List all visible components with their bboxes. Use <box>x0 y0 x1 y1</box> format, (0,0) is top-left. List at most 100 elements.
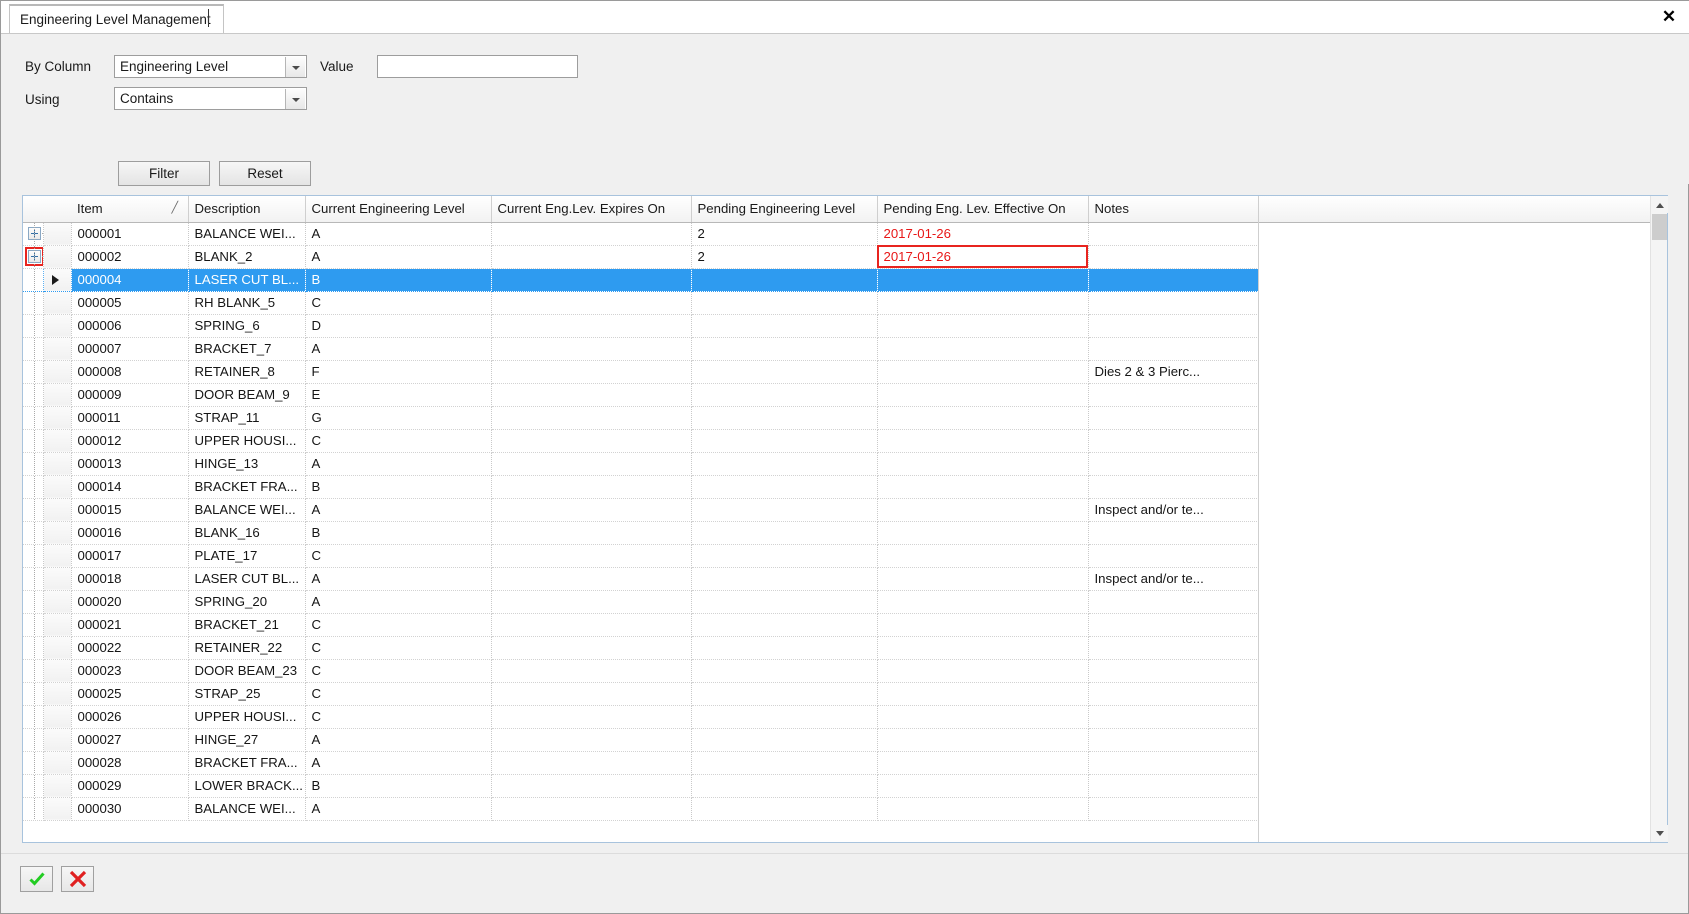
cell-description[interactable]: BRACKET FRA... <box>188 751 306 775</box>
cell-pending-engineering-level[interactable]: 2 <box>691 222 878 246</box>
cell-current-engineering-level[interactable]: C <box>305 636 492 660</box>
cell-pending-eng-lev-effective-on[interactable] <box>877 705 1089 729</box>
table-row[interactable]: 000006 SPRING_6 D <box>23 314 1259 338</box>
cell-description[interactable]: BRACKET_21 <box>188 613 306 637</box>
row-indicator-cell[interactable] <box>43 222 72 246</box>
cell-description[interactable]: STRAP_11 <box>188 406 306 430</box>
cell-pending-eng-lev-effective-on[interactable] <box>877 337 1089 361</box>
cell-current-engineering-level[interactable]: C <box>305 429 492 453</box>
header-item[interactable]: Item ╱ <box>71 196 189 223</box>
value-input[interactable] <box>377 55 578 78</box>
table-row[interactable]: 000016 BLANK_16 B <box>23 521 1259 545</box>
cell-pending-eng-lev-effective-on[interactable]: 2017-01-26 <box>877 245 1089 269</box>
row-indicator-cell[interactable] <box>43 567 72 591</box>
cell-pending-engineering-level[interactable] <box>691 406 878 430</box>
cell-current-engineering-level[interactable]: B <box>305 475 492 499</box>
cell-description[interactable]: HINGE_13 <box>188 452 306 476</box>
table-row[interactable]: 000007 BRACKET_7 A <box>23 337 1259 361</box>
cell-notes[interactable]: Inspect and/or te... <box>1088 567 1259 591</box>
cell-pending-engineering-level[interactable] <box>691 452 878 476</box>
cell-notes[interactable] <box>1088 590 1259 614</box>
cell-notes[interactable] <box>1088 406 1259 430</box>
row-indicator-cell[interactable] <box>43 498 72 522</box>
cell-notes[interactable] <box>1088 774 1259 798</box>
cell-description[interactable]: PLATE_17 <box>188 544 306 568</box>
row-indicator-cell[interactable] <box>43 268 72 292</box>
cell-current-eng-lev-expires-on[interactable] <box>491 222 692 246</box>
cell-notes[interactable] <box>1088 291 1259 315</box>
cell-description[interactable]: BRACKET FRA... <box>188 475 306 499</box>
row-indicator-cell[interactable] <box>43 728 72 752</box>
cell-notes[interactable] <box>1088 544 1259 568</box>
row-indicator-cell[interactable] <box>43 751 72 775</box>
cell-description[interactable]: SPRING_20 <box>188 590 306 614</box>
cell-description[interactable]: HINGE_27 <box>188 728 306 752</box>
cell-notes[interactable] <box>1088 751 1259 775</box>
cell-pending-eng-lev-effective-on[interactable] <box>877 797 1089 821</box>
cell-pending-engineering-level[interactable] <box>691 751 878 775</box>
table-row[interactable]: 000017 PLATE_17 C <box>23 544 1259 568</box>
cell-description[interactable]: UPPER HOUSI... <box>188 429 306 453</box>
cell-notes[interactable] <box>1088 705 1259 729</box>
row-indicator-cell[interactable] <box>43 774 72 798</box>
cell-pending-eng-lev-effective-on[interactable] <box>877 383 1089 407</box>
cell-current-engineering-level[interactable]: C <box>305 544 492 568</box>
cell-current-engineering-level[interactable]: A <box>305 567 492 591</box>
cell-pending-eng-lev-effective-on[interactable] <box>877 498 1089 522</box>
cell-pending-engineering-level[interactable]: 2 <box>691 245 878 269</box>
cell-current-eng-lev-expires-on[interactable] <box>491 567 692 591</box>
cell-pending-eng-lev-effective-on[interactable] <box>877 291 1089 315</box>
cell-pending-eng-lev-effective-on[interactable] <box>877 452 1089 476</box>
cell-pending-engineering-level[interactable] <box>691 728 878 752</box>
cell-item[interactable]: 000028 <box>71 751 189 775</box>
cell-item[interactable]: 000009 <box>71 383 189 407</box>
cell-current-eng-lev-expires-on[interactable] <box>491 245 692 269</box>
cell-pending-engineering-level[interactable] <box>691 360 878 384</box>
cell-current-engineering-level[interactable]: B <box>305 268 492 292</box>
cell-pending-engineering-level[interactable] <box>691 659 878 683</box>
cell-pending-eng-lev-effective-on[interactable]: 2017-01-26 <box>877 222 1089 246</box>
cell-pending-eng-lev-effective-on[interactable] <box>877 544 1089 568</box>
cell-pending-eng-lev-effective-on[interactable] <box>877 728 1089 752</box>
cell-notes[interactable]: Inspect and/or te... <box>1088 498 1259 522</box>
cell-item[interactable]: 000002 <box>71 245 189 269</box>
cell-current-eng-lev-expires-on[interactable] <box>491 314 692 338</box>
header-pending-engineering-level[interactable]: Pending Engineering Level <box>691 196 878 223</box>
cell-pending-engineering-level[interactable] <box>691 636 878 660</box>
by-column-select[interactable]: Engineering Level <box>114 55 307 78</box>
cell-pending-eng-lev-effective-on[interactable] <box>877 613 1089 637</box>
cell-item[interactable]: 000013 <box>71 452 189 476</box>
cell-current-engineering-level[interactable]: C <box>305 705 492 729</box>
row-indicator-cell[interactable] <box>43 682 72 706</box>
table-row[interactable]: 000018 LASER CUT BL... A Inspect and/or te.… <box>23 567 1259 591</box>
cell-pending-eng-lev-effective-on[interactable] <box>877 636 1089 660</box>
cell-item[interactable]: 000006 <box>71 314 189 338</box>
table-row[interactable]: 000014 BRACKET FRA... B <box>23 475 1259 499</box>
cell-current-eng-lev-expires-on[interactable] <box>491 613 692 637</box>
table-row[interactable]: 000004 LASER CUT BL... B <box>23 268 1259 292</box>
cell-notes[interactable] <box>1088 475 1259 499</box>
cell-item[interactable]: 000029 <box>71 774 189 798</box>
cell-current-eng-lev-expires-on[interactable] <box>491 659 692 683</box>
cell-notes[interactable] <box>1088 429 1259 453</box>
cell-notes[interactable] <box>1088 452 1259 476</box>
cell-description[interactable]: BLANK_2 <box>188 245 306 269</box>
cell-current-engineering-level[interactable]: A <box>305 797 492 821</box>
cell-current-eng-lev-expires-on[interactable] <box>491 728 692 752</box>
scroll-up-icon[interactable] <box>1651 196 1668 213</box>
cell-current-engineering-level[interactable]: C <box>305 613 492 637</box>
row-indicator-cell[interactable] <box>43 337 72 361</box>
table-row[interactable]: 000027 HINGE_27 A <box>23 728 1259 752</box>
row-indicator-cell[interactable] <box>43 613 72 637</box>
cell-pending-eng-lev-effective-on[interactable] <box>877 406 1089 430</box>
cell-current-engineering-level[interactable]: C <box>305 682 492 706</box>
using-select[interactable]: Contains <box>114 87 307 110</box>
cell-item[interactable]: 000018 <box>71 567 189 591</box>
cell-current-engineering-level[interactable]: A <box>305 728 492 752</box>
cell-current-engineering-level[interactable]: A <box>305 452 492 476</box>
header-current-engineering-level[interactable]: Current Engineering Level <box>305 196 492 223</box>
table-row[interactable]: 000021 BRACKET_21 C <box>23 613 1259 637</box>
cell-current-eng-lev-expires-on[interactable] <box>491 406 692 430</box>
cell-pending-eng-lev-effective-on[interactable] <box>877 682 1089 706</box>
cell-item[interactable]: 000014 <box>71 475 189 499</box>
